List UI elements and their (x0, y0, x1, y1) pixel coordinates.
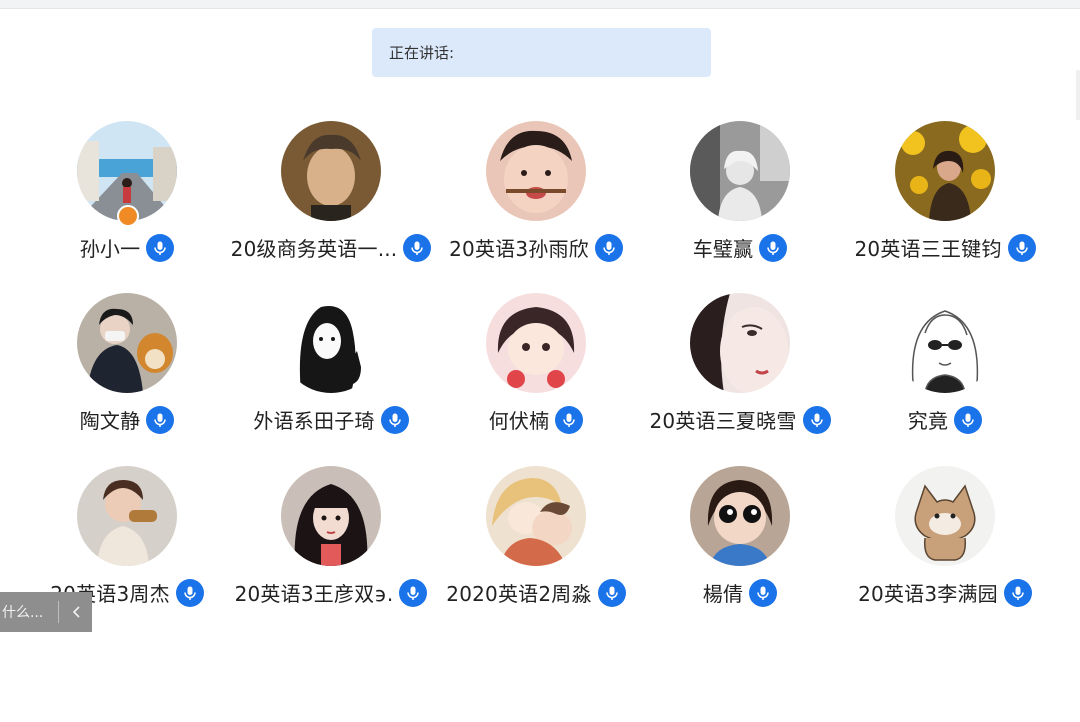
microphone-icon[interactable] (175, 578, 204, 607)
participant-name: 外语系田子琦 (253, 409, 375, 433)
participant-grid: 孙小一 20级商务英语一... 20英语3孙雨欣 车璧赢 20英语三王键钧 陶文… (0, 0, 1080, 722)
participant-name-row: 20英语3王彦双϶. (231, 578, 431, 607)
avatar[interactable] (486, 466, 586, 566)
participant-name: 2020英语2周淼 (446, 582, 592, 606)
microphone-icon[interactable] (403, 233, 432, 262)
avatar[interactable] (77, 466, 177, 566)
participant-name: 何伏楠 (488, 409, 550, 433)
participant-tile[interactable]: 20级商务英语一... (230, 121, 432, 281)
avatar[interactable] (77, 293, 177, 393)
participant-name: 20级商务英语一... (230, 237, 398, 261)
microphone-icon[interactable] (954, 405, 983, 434)
avatar[interactable] (895, 293, 995, 393)
participant-name-row: 外语系田子琦 (231, 405, 431, 434)
participant-name-row: 陶文静 (27, 405, 227, 434)
participant-tile[interactable]: 究竟 (845, 293, 1045, 453)
participant-tile[interactable]: 楊倩 (640, 466, 840, 626)
avatar[interactable] (486, 121, 586, 221)
participant-name-row: 20级商务英语一... (230, 233, 432, 262)
divider (58, 601, 59, 623)
microphone-icon[interactable] (749, 578, 778, 607)
participant-name-row: 20英语3李满园 (845, 578, 1045, 607)
chevron-left-icon[interactable] (65, 600, 89, 624)
participant-name-row: 究竟 (845, 405, 1045, 434)
avatar[interactable] (895, 121, 995, 221)
microphone-icon[interactable] (399, 578, 428, 607)
avatar[interactable] (486, 293, 586, 393)
participant-name-row: 孙小一 (27, 233, 227, 262)
microphone-icon[interactable] (802, 405, 831, 434)
avatar[interactable] (895, 466, 995, 566)
avatar[interactable] (690, 121, 790, 221)
participant-name: 20英语3王彦双϶. (234, 582, 394, 606)
participant-name: 车璧赢 (692, 237, 754, 261)
participant-tile[interactable]: 20英语3王彦双϶. (231, 466, 431, 626)
participant-name: 楊倩 (702, 582, 744, 606)
microphone-icon[interactable] (380, 405, 409, 434)
avatar[interactable] (281, 466, 381, 566)
participant-tile[interactable]: 20英语三夏晓雪 (640, 293, 840, 453)
microphone-icon[interactable] (759, 233, 788, 262)
participant-name-row: 车璧赢 (640, 233, 840, 262)
participant-name-row: 何伏楠 (436, 405, 636, 434)
participant-name: 20英语3李满园 (858, 582, 998, 606)
participant-name: 20英语三王键钧 (854, 237, 1002, 261)
floating-input-text[interactable]: 什么... (0, 602, 52, 622)
microphone-icon[interactable] (594, 233, 623, 262)
participant-tile[interactable]: 何伏楠 (436, 293, 636, 453)
participant-tile[interactable]: 孙小一 (27, 121, 227, 281)
participant-name: 陶文静 (79, 409, 141, 433)
avatar[interactable] (690, 293, 790, 393)
participant-tile[interactable]: 车璧赢 (640, 121, 840, 281)
participant-name: 孙小一 (79, 237, 141, 261)
microphone-icon[interactable] (555, 405, 584, 434)
floating-input-bar[interactable]: 什么... (0, 592, 92, 632)
participant-name-row: 20英语三夏晓雪 (640, 405, 840, 434)
microphone-icon[interactable] (146, 405, 175, 434)
participant-tile[interactable]: 陶文静 (27, 293, 227, 453)
participant-name: 究竟 (907, 409, 949, 433)
participant-tile[interactable]: 20英语3李满园 (845, 466, 1045, 626)
avatar[interactable] (281, 121, 381, 221)
participant-name-row: 20英语三王键钧 (845, 233, 1045, 262)
participant-tile[interactable]: 20英语3孙雨欣 (436, 121, 636, 281)
microphone-icon[interactable] (146, 233, 175, 262)
participant-name: 20英语3孙雨欣 (449, 237, 589, 261)
participant-tile[interactable]: 20英语三王键钧 (845, 121, 1045, 281)
participant-name-row: 2020英语2周淼 (436, 578, 636, 607)
microphone-icon[interactable] (1007, 233, 1036, 262)
avatar[interactable] (690, 466, 790, 566)
participant-name: 20英语三夏晓雪 (649, 409, 797, 433)
participant-tile[interactable]: 2020英语2周淼 (436, 466, 636, 626)
host-person-icon (117, 205, 139, 227)
participant-tile[interactable]: 外语系田子琦 (231, 293, 431, 453)
microphone-icon[interactable] (597, 578, 626, 607)
participant-name-row: 20英语3孙雨欣 (436, 233, 636, 262)
avatar[interactable] (281, 293, 381, 393)
microphone-icon[interactable] (1003, 578, 1032, 607)
participant-name-row: 楊倩 (640, 578, 840, 607)
